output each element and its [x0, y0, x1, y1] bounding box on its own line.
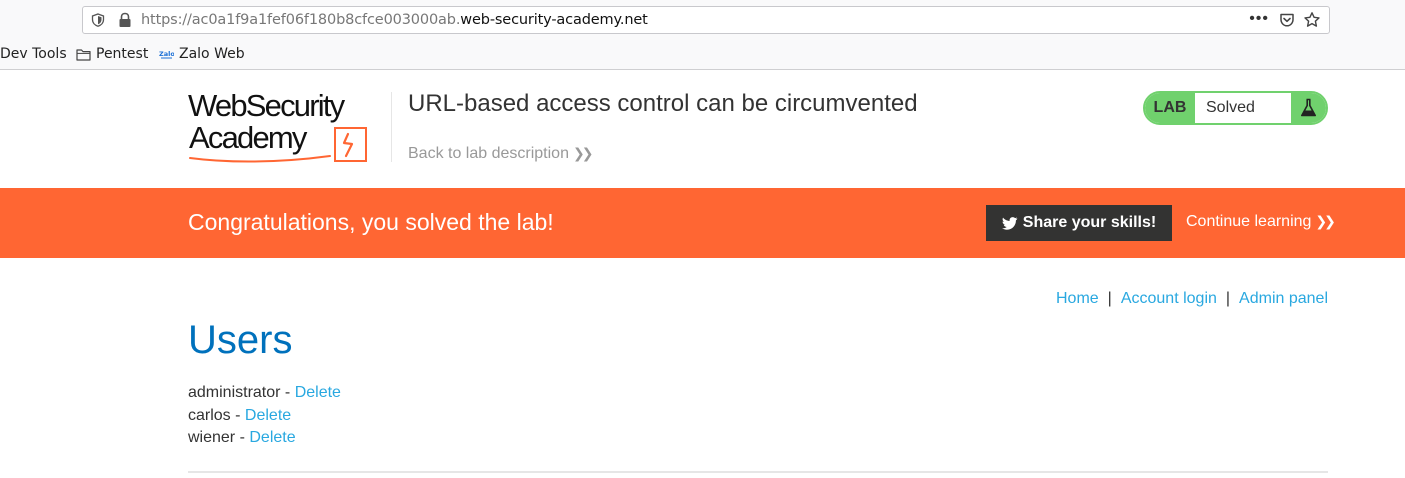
- nav-separator: |: [1225, 290, 1231, 307]
- bookmarks-toolbar: Dev Tools Pentest Zalo Zalo Web: [0, 40, 1405, 70]
- user-dash: -: [235, 429, 250, 446]
- bookmark-label: Zalo Web: [179, 46, 245, 62]
- bookmark-label: Dev Tools: [0, 46, 67, 62]
- header-divider: [391, 92, 392, 162]
- continue-learning-link[interactable]: Continue learning ❯❯: [1186, 213, 1336, 231]
- zalo-icon: Zalo: [159, 50, 174, 58]
- pocket-icon[interactable]: [1279, 12, 1295, 28]
- nav-admin-panel-link[interactable]: Admin panel: [1239, 290, 1328, 307]
- list-item: administrator - Delete: [188, 384, 341, 407]
- twitter-icon: [1001, 216, 1018, 230]
- user-name: wiener: [188, 429, 236, 446]
- flask-icon: [1301, 98, 1316, 117]
- lab-status-widget: LAB Solved: [1143, 91, 1328, 125]
- web-security-academy-logo[interactable]: WebSecurity Academy: [188, 90, 392, 166]
- delete-user-link[interactable]: Delete: [245, 407, 291, 424]
- logo-line-2: Academy: [189, 120, 308, 155]
- back-link-label: Back to lab description: [408, 145, 569, 162]
- page-actions-menu-button[interactable]: •••: [1249, 10, 1269, 28]
- lab-status-icon-box: [1291, 93, 1326, 123]
- nav-account-login-link[interactable]: Account login: [1121, 290, 1217, 307]
- bookmark-dev-tools[interactable]: Dev Tools: [0, 46, 67, 62]
- browser-toolbar: https://ac0a1f9a1fef06f180b8cfce003000ab…: [0, 0, 1405, 40]
- bookmark-zalo-web[interactable]: Zalo Zalo Web: [159, 46, 245, 62]
- bookmark-pentest[interactable]: Pentest: [76, 46, 148, 62]
- lab-status-state: Solved: [1206, 99, 1255, 116]
- url-bar[interactable]: https://ac0a1f9a1fef06f180b8cfce003000ab…: [82, 6, 1330, 34]
- continue-link-label: Continue learning: [1186, 213, 1312, 230]
- lab-title: URL-based access control can be circumve…: [408, 90, 918, 117]
- lock-icon[interactable]: [118, 12, 132, 28]
- double-chevron-right-icon: ❯❯: [572, 145, 594, 161]
- shield-icon[interactable]: [91, 13, 105, 27]
- user-dash: -: [230, 406, 245, 424]
- list-item: wiener - Delete: [188, 429, 341, 452]
- nav-home-link[interactable]: Home: [1056, 290, 1099, 307]
- url-text[interactable]: https://ac0a1f9a1fef06f180b8cfce003000ab…: [141, 12, 648, 28]
- star-icon[interactable]: [1303, 11, 1321, 29]
- back-to-lab-description-link[interactable]: Back to lab description ❯❯: [408, 145, 594, 163]
- delete-user-link[interactable]: Delete: [295, 384, 341, 401]
- double-chevron-right-icon: ❯❯: [1315, 213, 1336, 229]
- user-dash: -: [280, 384, 295, 401]
- bookmark-label: Pentest: [96, 46, 149, 62]
- delete-user-link[interactable]: Delete: [249, 429, 295, 446]
- svg-text:Zalo: Zalo: [159, 50, 174, 58]
- top-navigation: Home | Account login | Admin panel: [1056, 290, 1328, 308]
- url-host: web-security-academy.net: [460, 12, 648, 28]
- logo-line-1: WebSecurity: [188, 90, 346, 123]
- url-prefix: https://ac0a1f9a1fef06f180b8cfce003000ab…: [141, 12, 461, 28]
- page-title: Users: [188, 318, 293, 362]
- nav-separator: |: [1107, 290, 1112, 307]
- banner-message: Congratulations, you solved the lab!: [188, 209, 554, 235]
- folder-icon: [76, 48, 91, 61]
- share-your-skills-button[interactable]: Share your skills!: [986, 205, 1172, 241]
- user-name: administrator: [188, 384, 281, 401]
- lab-solved-banner: Congratulations, you solved the lab! Sha…: [0, 188, 1405, 258]
- share-button-label: Share your skills!: [1022, 214, 1157, 231]
- divider: [188, 471, 1328, 473]
- list-item: carlos - Delete: [188, 407, 341, 430]
- lab-status-label: LAB: [1145, 93, 1195, 123]
- user-list: administrator - Delete carlos - Delete w…: [188, 384, 341, 452]
- user-name: carlos: [188, 406, 231, 424]
